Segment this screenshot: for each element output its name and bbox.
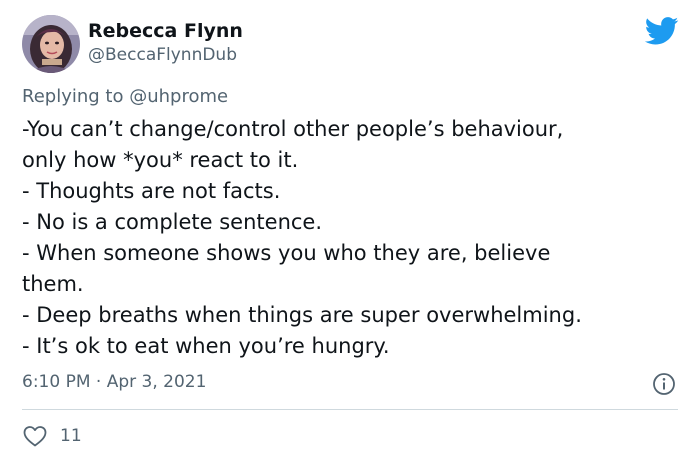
tweet-text-line: -You can’t change/control other people’s… xyxy=(22,117,564,141)
author-handle[interactable]: @BeccaFlynnDub xyxy=(88,45,237,65)
tweet-text-line: only how *you* react to it. xyxy=(22,148,299,172)
replying-to-line: Replying to @uhprome xyxy=(22,86,228,107)
divider xyxy=(22,409,678,410)
reply-mention-link[interactable]: @uhprome xyxy=(129,86,228,107)
heart-icon[interactable] xyxy=(22,424,48,448)
tweet-text-line: - No is a complete sentence. xyxy=(22,210,323,234)
like-action[interactable]: 11 xyxy=(22,424,82,448)
tweet-text-line: - Thoughts are not facts. xyxy=(22,179,281,203)
tweet-card: Rebecca Flynn @BeccaFlynnDub Replying to… xyxy=(0,0,700,463)
tweet-text-line: - It’s ok to eat when you’re hungry. xyxy=(22,334,390,358)
tweet-text: -You can’t change/control other people’s… xyxy=(22,114,682,362)
twitter-bird-icon[interactable] xyxy=(645,17,679,45)
info-icon[interactable] xyxy=(652,372,676,396)
tweet-text-line: them. xyxy=(22,272,84,296)
like-count: 11 xyxy=(60,426,82,446)
tweet-text-line: - Deep breaths when things are super ove… xyxy=(22,303,582,327)
profile-photo-icon xyxy=(22,15,80,73)
tweet-timestamp[interactable]: 6:10 PM · Apr 3, 2021 xyxy=(22,372,206,392)
author-display-name[interactable]: Rebecca Flynn xyxy=(88,20,243,42)
avatar[interactable] xyxy=(22,15,80,73)
tweet-text-line: - When someone shows you who they are, b… xyxy=(22,241,551,265)
replying-to-prefix: Replying to xyxy=(22,86,124,107)
